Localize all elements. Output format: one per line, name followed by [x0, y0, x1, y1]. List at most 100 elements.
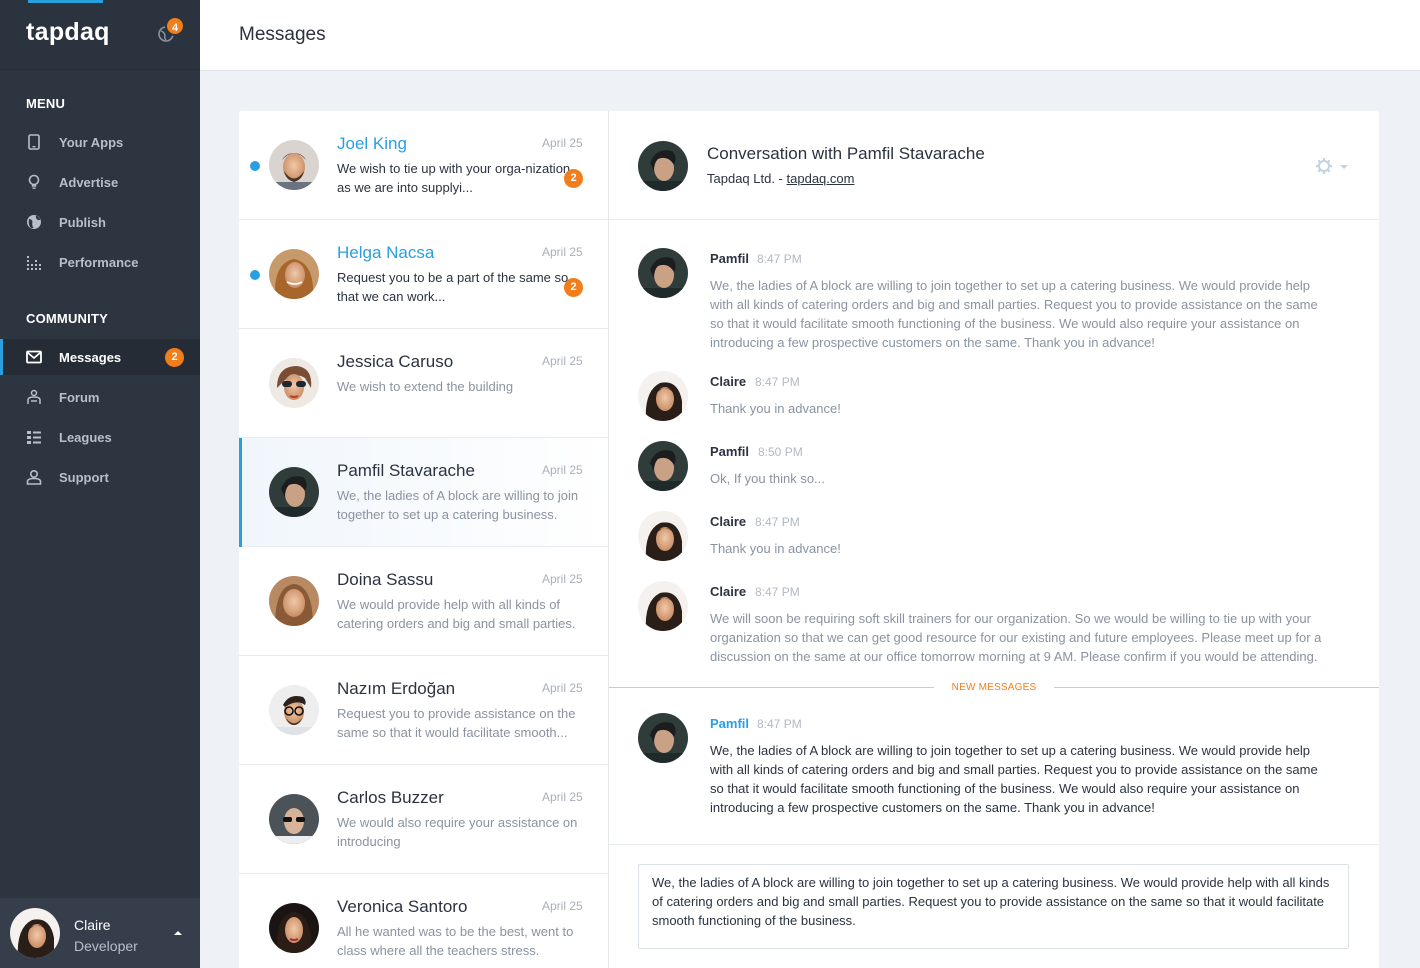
conversation-preview: Request you to provide assistance on the… [337, 706, 576, 740]
top-header: Messages [200, 0, 1420, 71]
conversation-preview: We would provide help with all kinds of … [337, 597, 576, 631]
conversation-date: April 25 [542, 463, 583, 477]
chevron-down-icon[interactable] [1340, 165, 1348, 169]
avatar [638, 713, 688, 763]
avatar [638, 141, 688, 191]
conversation-name: Nazım Erdoğan [337, 679, 456, 698]
avatar [269, 794, 319, 844]
logo-bar: tapdaq 4 [0, 0, 200, 70]
chat-subtitle: Tapdaq Ltd. - tapdaq.com [707, 171, 854, 186]
message-text: Thank you in advance! [710, 401, 841, 416]
company-link[interactable]: tapdaq.com [787, 171, 855, 186]
sidebar-item-label: Your Apps [59, 135, 124, 150]
support-icon [26, 469, 42, 485]
avatar [638, 511, 688, 561]
sidebar-item-forum[interactable]: Forum [0, 379, 200, 415]
conversation-name: Pamfil Stavarache [337, 461, 475, 480]
conversation-preview: We wish to extend the building [337, 379, 514, 394]
conversation-date: April 25 [542, 572, 583, 586]
message-text: Ok, If you think so... [710, 471, 825, 486]
chart-dots-icon [27, 256, 41, 270]
caret-up-icon[interactable] [174, 931, 182, 935]
conversation-preview: All he wanted was to be the best, went t… [337, 924, 574, 958]
chat-title: Conversation with Pamfil Stavarache [707, 144, 985, 163]
conversation-name: Carlos Buzzer [337, 788, 444, 807]
message-sender: Pamfil [710, 251, 750, 266]
conversation-item-veronica-santoro[interactable]: Veronica Santoro April 25 All he wanted … [239, 874, 608, 968]
message-text: We, the ladies of A block are willing to… [710, 743, 1318, 815]
sidebar-item-label: Publish [59, 215, 106, 230]
sidebar: tapdaq 4 MENU Your Apps Advertise Publis… [0, 0, 200, 968]
conversation-preview: Request you to be a part of the same so … [337, 270, 569, 304]
message-sender: Pamfil [710, 444, 750, 459]
list-icon [27, 431, 41, 444]
sidebar-item-your-apps[interactable]: Your Apps [0, 124, 200, 160]
avatar [269, 358, 319, 408]
avatar [269, 140, 319, 190]
compose-separator [609, 844, 1379, 845]
sidebar-item-advertise[interactable]: Advertise [0, 164, 200, 200]
conversation-item-pamfil-stavarache[interactable]: Pamfil Stavarache April 25 We, the ladie… [239, 438, 608, 547]
conversation-name: Joel King [337, 134, 407, 153]
sidebar-item-leagues[interactable]: Leagues [0, 419, 200, 455]
logo-accent-bar [28, 0, 103, 3]
message-compose-input[interactable]: We, the ladies of A block are willing to… [638, 864, 1349, 949]
messages-card: Joel King April 25 We wish to tie up wit… [239, 111, 1379, 968]
new-messages-label: NEW MESSAGES [934, 682, 1054, 694]
sidebar-item-performance[interactable]: Performance [0, 244, 200, 280]
message-time: 8:47 PM [757, 252, 802, 266]
conversation-item-joel-king[interactable]: Joel King April 25 We wish to tie up wit… [239, 111, 608, 220]
message-time: 8:47 PM [755, 515, 800, 529]
notification-badge[interactable]: 4 [165, 16, 185, 36]
conversation-list[interactable]: Joel King April 25 We wish to tie up wit… [239, 111, 609, 968]
chat-header: Conversation with Pamfil Stavarache Tapd… [609, 111, 1379, 220]
message-sender: Pamfil [710, 716, 750, 731]
sidebar-item-support[interactable]: Support [0, 459, 200, 495]
tablet-icon [28, 134, 40, 150]
sidebar-item-publish[interactable]: Publish [0, 204, 200, 240]
message-time: 8:47 PM [755, 585, 800, 599]
conversation-item-carlos-buzzer[interactable]: Carlos Buzzer April 25 We would also req… [239, 765, 608, 874]
message-sender: Claire [710, 584, 747, 599]
sidebar-item-label: Advertise [59, 175, 119, 190]
company-name: Tapdaq Ltd. - [707, 171, 783, 186]
conversation-date: April 25 [542, 136, 583, 150]
message-time: 8:47 PM [757, 717, 802, 731]
conversation-name: Helga Nacsa [337, 243, 435, 262]
conversation-date: April 25 [542, 681, 583, 695]
conversation-date: April 25 [542, 245, 583, 259]
community-section-title: COMMUNITY [26, 311, 108, 326]
avatar [10, 908, 60, 958]
menu-section-title: MENU [26, 96, 66, 111]
conversation-item-helga-nacsa[interactable]: Helga Nacsa April 25 Request you to be a… [239, 220, 608, 329]
message-time: 8:47 PM [755, 375, 800, 389]
sidebar-item-messages[interactable]: Messages 2 [0, 339, 200, 375]
conversation-name: Doina Sassu [337, 570, 434, 589]
avatar [638, 581, 688, 631]
message-text: Thank you in advance! [710, 541, 841, 556]
page-title: Messages [239, 24, 326, 45]
gear-icon[interactable] [1315, 157, 1333, 175]
message-time: 8:50 PM [758, 445, 803, 459]
sidebar-item-label: Forum [59, 390, 100, 405]
user-profile[interactable]: Claire Developer [0, 898, 200, 968]
globe-icon [27, 215, 41, 229]
unread-dot [250, 161, 260, 171]
avatar [269, 576, 319, 626]
unread-count-badge: 2 [564, 169, 583, 188]
conversation-date: April 25 [542, 354, 583, 368]
conversation-item-jessica-caruso[interactable]: Jessica Caruso April 25 We wish to exten… [239, 329, 608, 438]
message-text: We, the ladies of A block are willing to… [710, 278, 1318, 350]
avatar [638, 371, 688, 421]
conversation-item-doina-sassu[interactable]: Doina Sassu April 25 We would provide he… [239, 547, 608, 656]
unread-dot [250, 270, 260, 280]
app-logo[interactable]: tapdaq [26, 18, 110, 47]
lightbulb-icon [28, 174, 40, 189]
conversation-preview: We, the ladies of A block are willing to… [337, 488, 579, 522]
avatar [638, 441, 688, 491]
avatar [269, 249, 319, 299]
conversation-item-nazim-erdogan[interactable]: Nazım Erdoğan April 25 Request you to pr… [239, 656, 608, 765]
conversation-name: Jessica Caruso [337, 352, 454, 371]
avatar [269, 467, 319, 517]
unread-count-badge: 2 [564, 278, 583, 297]
